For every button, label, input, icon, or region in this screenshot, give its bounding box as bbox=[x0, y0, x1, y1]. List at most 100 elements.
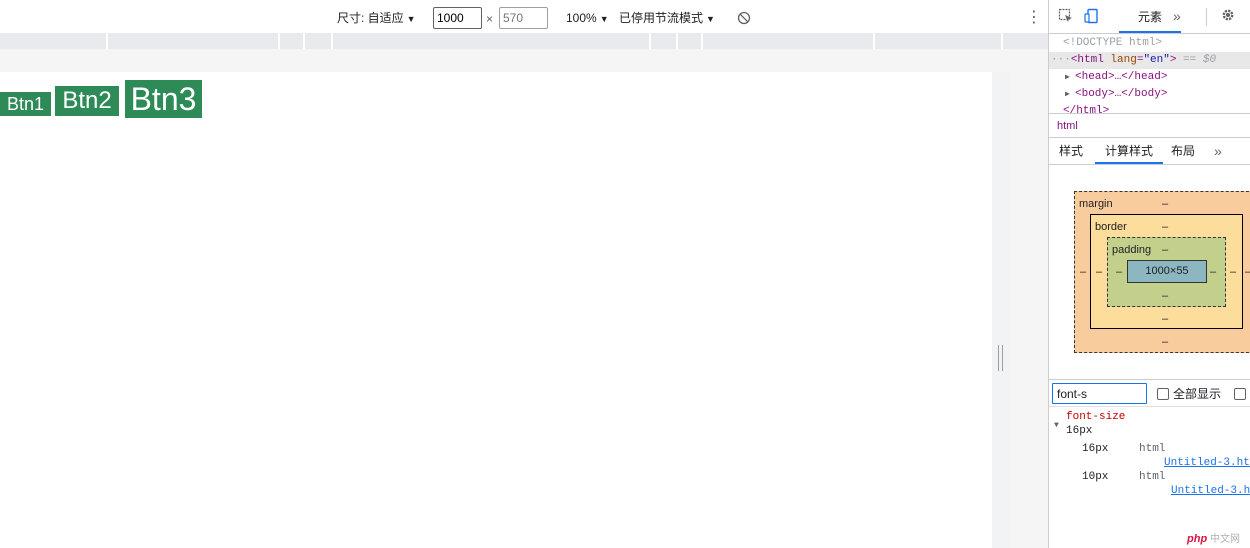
more-options-icon[interactable]: ⋮ bbox=[1026, 4, 1042, 32]
more-tabs-icon[interactable]: » bbox=[1173, 8, 1181, 24]
btn2-button[interactable]: Btn2 bbox=[55, 86, 119, 116]
dom-body-node[interactable]: ▶ <body>…</body> bbox=[1049, 86, 1250, 103]
watermark: php 中文网 bbox=[1187, 530, 1240, 545]
attr-value: "en" bbox=[1143, 54, 1170, 66]
body-tag: <body>…</body> bbox=[1075, 88, 1168, 100]
zoom-label: 100% bbox=[566, 11, 597, 25]
watermark-brand: php bbox=[1187, 533, 1208, 545]
border-right-value[interactable]: – bbox=[1230, 266, 1236, 278]
device-toolbar: 尺寸: 自适应▼ × 100%▼ 已停用节流模式▼ ⋮ bbox=[0, 4, 1048, 32]
more-tabs-icon[interactable]: » bbox=[1214, 138, 1222, 164]
media-query-bar[interactable] bbox=[305, 33, 333, 49]
expand-triangle-icon[interactable]: ▶ bbox=[1065, 86, 1075, 103]
dom-html-node[interactable]: ···<html lang="en"> == $0 bbox=[1049, 52, 1250, 69]
tab-styles[interactable]: 样式 bbox=[1059, 138, 1083, 164]
btn3-button[interactable]: Btn3 bbox=[125, 80, 202, 118]
inspect-element-icon[interactable] bbox=[1057, 8, 1075, 26]
zoom-dropdown[interactable]: 100% ▼ bbox=[566, 4, 609, 32]
dom-doctype[interactable]: <!DOCTYPE html> bbox=[1049, 35, 1250, 52]
btn1-button[interactable]: Btn1 bbox=[0, 92, 51, 116]
device-toggle-icon[interactable] bbox=[1083, 8, 1101, 26]
border-left-value[interactable]: – bbox=[1096, 266, 1102, 278]
box-model-diagram: 1000×55 margin border padding – – – – – … bbox=[1049, 166, 1250, 378]
media-query-bar[interactable] bbox=[875, 33, 1003, 49]
doctype-text: <!DOCTYPE html> bbox=[1063, 37, 1163, 49]
tab-computed[interactable]: 计算样式 bbox=[1095, 138, 1163, 164]
media-query-bar[interactable] bbox=[703, 33, 875, 49]
watermark-text: 中文网 bbox=[1209, 534, 1240, 545]
viewport-gutter bbox=[992, 72, 1011, 548]
dimensions-label: 尺寸: 自适应 bbox=[337, 11, 404, 25]
show-all-checkbox[interactable] bbox=[1157, 388, 1169, 400]
trace-selector: html bbox=[1139, 443, 1166, 455]
padding-left-value[interactable]: – bbox=[1116, 266, 1122, 278]
devtools-panel: 元素 » <!DOCTYPE html> ···<html lang="en">… bbox=[1048, 0, 1250, 548]
margin-top-value[interactable]: – bbox=[1162, 198, 1168, 210]
media-query-bar[interactable] bbox=[280, 33, 305, 49]
gear-icon[interactable] bbox=[1219, 7, 1237, 25]
selected-marker: == $0 bbox=[1176, 54, 1217, 66]
padding-bottom-value[interactable]: – bbox=[1162, 290, 1168, 302]
rotate-icon[interactable] bbox=[737, 11, 751, 25]
times-icon: × bbox=[486, 12, 494, 26]
dimensions-dropdown[interactable]: 尺寸: 自适应 ▼ bbox=[337, 4, 416, 32]
margin-right-value[interactable]: – bbox=[1245, 266, 1250, 278]
media-query-bar[interactable] bbox=[678, 33, 703, 49]
chevron-down-icon: ▼ bbox=[599, 14, 609, 24]
trace-selector: html bbox=[1139, 471, 1166, 483]
chevron-down-icon: ▼ bbox=[406, 14, 416, 24]
throttle-label: 已停用节流模式 bbox=[619, 11, 704, 25]
dom-tree: <!DOCTYPE html> ···<html lang="en"> == $… bbox=[1049, 35, 1250, 113]
media-query-bar[interactable] bbox=[1003, 33, 1048, 49]
width-input[interactable] bbox=[433, 7, 482, 29]
trace-source-link[interactable]: Untitled-3.htm bbox=[1164, 456, 1250, 470]
expand-triangle-icon[interactable]: ▶ bbox=[1065, 69, 1075, 86]
chevron-down-icon: ▼ bbox=[706, 14, 715, 24]
trace-value: 10px bbox=[1082, 471, 1109, 483]
head-tag: <head>…</head> bbox=[1075, 71, 1168, 83]
margin-label: margin bbox=[1079, 198, 1113, 210]
toolbar-divider bbox=[1206, 8, 1207, 26]
media-query-bar[interactable] bbox=[651, 33, 678, 49]
dom-head-node[interactable]: ▶ <head>…</head> bbox=[1049, 69, 1250, 86]
attr-name: lang bbox=[1110, 54, 1137, 66]
margin-bottom-value[interactable]: – bbox=[1162, 336, 1168, 348]
padding-right-value[interactable]: – bbox=[1210, 266, 1216, 278]
ellipsis-icon: ··· bbox=[1051, 54, 1071, 66]
trace-value: 16px bbox=[1082, 443, 1109, 455]
device-emulation-area: 尺寸: 自适应▼ × 100%▼ 已停用节流模式▼ ⋮ Btn1 Btn2 Bt… bbox=[0, 0, 1048, 548]
computed-filter-bar: 全部显示 bbox=[1049, 379, 1250, 407]
group-checkbox[interactable] bbox=[1234, 388, 1246, 400]
devtools-tabbar: 元素 » bbox=[1049, 0, 1250, 34]
collapse-triangle-icon[interactable]: ▼ bbox=[1054, 419, 1059, 433]
computed-properties-list: ▼ font-size 16px 16px html Untitled-3.ht… bbox=[1049, 408, 1250, 548]
show-all-label: 全部显示 bbox=[1173, 387, 1222, 401]
margin-left-value[interactable]: – bbox=[1080, 266, 1086, 278]
property-value: 16px bbox=[1066, 425, 1093, 437]
media-query-bar[interactable] bbox=[108, 33, 280, 49]
media-query-bar[interactable] bbox=[0, 33, 108, 49]
media-query-ruler bbox=[0, 33, 1048, 49]
trace-source-link[interactable]: Untitled-3.htm bbox=[1171, 484, 1250, 498]
breadcrumb-html[interactable]: html bbox=[1057, 114, 1078, 138]
property-name[interactable]: font-size bbox=[1066, 410, 1125, 424]
padding-label: padding bbox=[1112, 244, 1152, 256]
box-model-content[interactable]: 1000×55 bbox=[1127, 260, 1207, 283]
throttle-dropdown[interactable]: 已停用节流模式 ▼ bbox=[619, 4, 715, 32]
html-open-tag: <html bbox=[1070, 54, 1111, 66]
html-close-tag: </html> bbox=[1063, 105, 1110, 113]
border-label: border bbox=[1095, 221, 1127, 233]
dom-html-close[interactable]: </html> bbox=[1049, 103, 1250, 113]
tab-elements[interactable]: 元素 bbox=[1119, 0, 1181, 33]
filter-input[interactable] bbox=[1052, 383, 1147, 404]
page-viewport bbox=[0, 72, 992, 548]
breadcrumb: html bbox=[1049, 113, 1250, 138]
height-input[interactable] bbox=[499, 7, 548, 29]
padding-top-value[interactable]: – bbox=[1162, 244, 1168, 256]
border-bottom-value[interactable]: – bbox=[1162, 313, 1168, 325]
tab-layout[interactable]: 布局 bbox=[1171, 138, 1195, 164]
resize-handle[interactable] bbox=[998, 345, 1003, 371]
sidebar-tabs: 样式 计算样式 布局 » bbox=[1049, 138, 1250, 165]
border-top-value[interactable]: – bbox=[1162, 221, 1168, 233]
media-query-bar[interactable] bbox=[333, 33, 651, 49]
